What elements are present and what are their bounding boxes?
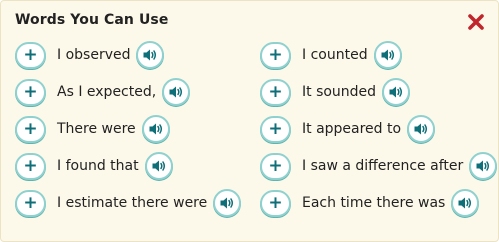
phrase-row: + It sounded bbox=[260, 77, 411, 107]
add-phrase-button[interactable]: + bbox=[15, 152, 46, 180]
plus-icon: + bbox=[23, 81, 38, 102]
play-audio-button[interactable] bbox=[136, 41, 165, 69]
play-audio-button[interactable] bbox=[407, 115, 436, 143]
phrase-text: I saw a difference after bbox=[302, 158, 464, 174]
plus-icon: + bbox=[268, 192, 283, 213]
phrase-row: + As I expected, bbox=[15, 77, 191, 107]
speaker-icon bbox=[148, 122, 164, 136]
phrase-row: + I saw a difference after bbox=[260, 151, 498, 181]
play-audio-button[interactable] bbox=[162, 78, 191, 106]
phrase-text: I estimate there were bbox=[57, 195, 208, 211]
phrase-row: + I observed bbox=[15, 40, 165, 70]
plus-icon: + bbox=[23, 44, 38, 65]
words-you-can-use-panel: Words You Can Use + I observed + As I expec… bbox=[0, 0, 499, 242]
add-phrase-button[interactable]: + bbox=[260, 152, 291, 180]
play-audio-button[interactable] bbox=[469, 152, 498, 180]
phrase-text: I found that bbox=[57, 158, 139, 174]
phrase-row: + I found that bbox=[15, 151, 173, 181]
phrase-row: + There were bbox=[15, 114, 170, 144]
add-phrase-button[interactable]: + bbox=[260, 189, 291, 217]
phrase-text: Each time there was bbox=[302, 195, 446, 211]
phrase-row: + I counted bbox=[260, 40, 402, 70]
play-audio-button[interactable] bbox=[373, 41, 402, 69]
play-audio-button[interactable] bbox=[451, 189, 480, 217]
phrase-text: As I expected, bbox=[57, 84, 157, 100]
plus-icon: + bbox=[268, 118, 283, 139]
add-phrase-button[interactable]: + bbox=[15, 189, 46, 217]
speaker-icon bbox=[475, 159, 491, 173]
plus-icon: + bbox=[268, 155, 283, 176]
add-phrase-button[interactable]: + bbox=[15, 115, 46, 143]
phrase-row: + I estimate there were bbox=[15, 188, 242, 218]
speaker-icon bbox=[168, 85, 184, 99]
speaker-icon bbox=[151, 159, 167, 173]
plus-icon: + bbox=[23, 118, 38, 139]
phrase-text: I observed bbox=[57, 47, 131, 63]
close-button[interactable] bbox=[467, 13, 485, 31]
speaker-icon bbox=[380, 48, 396, 62]
phrase-row: + Each time there was bbox=[260, 188, 480, 218]
plus-icon: + bbox=[23, 155, 38, 176]
speaker-icon bbox=[413, 122, 429, 136]
speaker-icon bbox=[457, 196, 473, 210]
phrase-row: + It appeared to bbox=[260, 114, 436, 144]
plus-icon: + bbox=[268, 81, 283, 102]
play-audio-button[interactable] bbox=[382, 78, 411, 106]
play-audio-button[interactable] bbox=[213, 189, 242, 217]
add-phrase-button[interactable]: + bbox=[260, 115, 291, 143]
plus-icon: + bbox=[268, 44, 283, 65]
phrase-text: There were bbox=[57, 121, 136, 137]
phrase-text: It appeared to bbox=[302, 121, 402, 137]
plus-icon: + bbox=[23, 192, 38, 213]
play-audio-button[interactable] bbox=[144, 152, 173, 180]
panel-title: Words You Can Use bbox=[15, 12, 169, 28]
add-phrase-button[interactable]: + bbox=[15, 41, 46, 69]
speaker-icon bbox=[142, 48, 158, 62]
close-x-icon bbox=[468, 14, 484, 30]
speaker-icon bbox=[219, 196, 235, 210]
add-phrase-button[interactable]: + bbox=[260, 78, 291, 106]
phrase-text: I counted bbox=[302, 47, 368, 63]
add-phrase-button[interactable]: + bbox=[260, 41, 291, 69]
play-audio-button[interactable] bbox=[141, 115, 170, 143]
add-phrase-button[interactable]: + bbox=[15, 78, 46, 106]
phrase-text: It sounded bbox=[302, 84, 377, 100]
speaker-icon bbox=[388, 85, 404, 99]
